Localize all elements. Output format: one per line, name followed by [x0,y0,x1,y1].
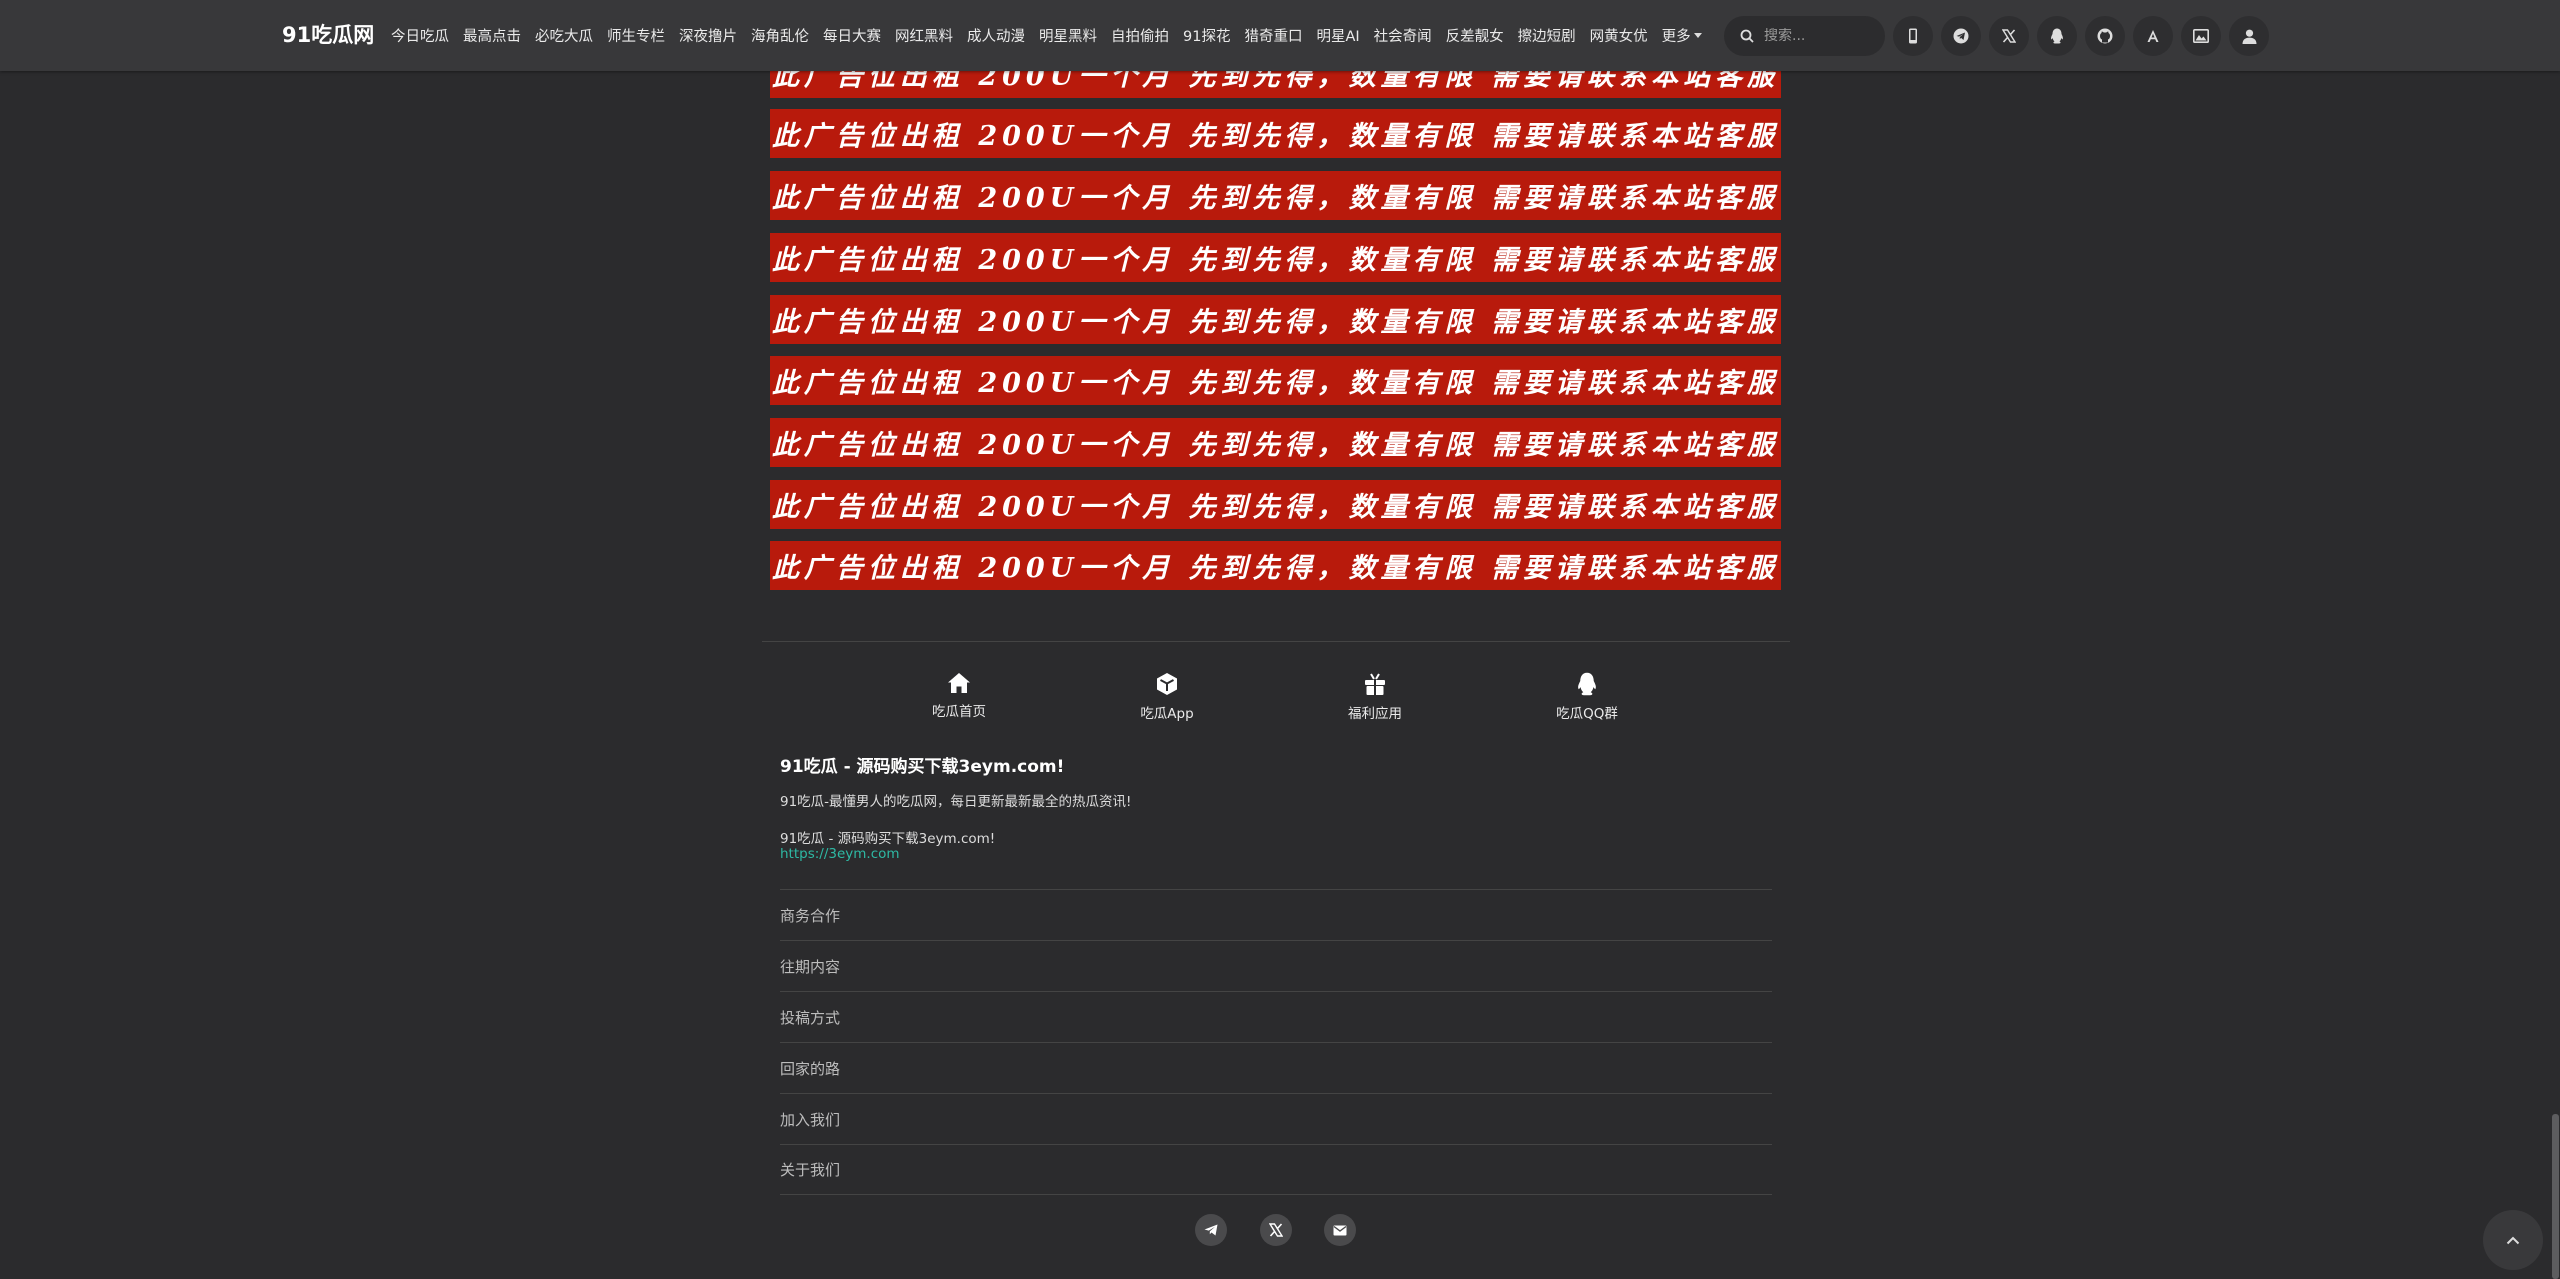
nav-more-label: 更多 [1661,29,1691,45]
footer-link-app[interactable]: 吃瓜App [1097,672,1237,722]
ad-banner[interactable]: 此广告位出租 200U一个月 先到先得，数量有限 需要请联系本站客服 [770,295,1781,344]
footer-site-desc: 91吃瓜-最懂男人的吃瓜网，每日更新最新最全的热瓜资讯! [780,794,1132,810]
search-icon [1740,29,1754,43]
image-icon[interactable] [2181,16,2221,56]
footer-link-home[interactable]: 吃瓜首页 [889,672,1029,720]
nav-more-dropdown[interactable]: 更多 [1662,25,1702,46]
footer-menu-item[interactable]: 往期内容 [780,940,1772,991]
top-header: 91吃瓜网 今日吃瓜 最高点击 必吃大瓜 师生专栏 深夜撸片 海角乱伦 每日大赛… [0,0,2560,71]
qq-icon [1578,672,1596,696]
nav-item[interactable]: 深夜撸片 [679,25,737,46]
nav-item[interactable]: 必吃大瓜 [535,25,593,46]
footer-site-link[interactable]: https://3eym.com [780,846,900,862]
section-divider [762,641,1790,642]
footer-menu-item[interactable]: 投稿方式 [780,991,1772,1042]
scrollbar-thumb[interactable] [2552,1114,2559,1279]
qq-icon[interactable] [2037,16,2077,56]
nav-item[interactable]: 社会奇闻 [1374,25,1432,46]
footer-link-qq[interactable]: 吃瓜QQ群 [1517,672,1657,722]
footer-link-label: 吃瓜App [1140,706,1194,722]
font-icon[interactable] [2133,16,2173,56]
footer-link-gift[interactable]: 福利应用 [1305,672,1445,722]
ad-text: 此广告位出租 200U一个月 先到先得，数量有限 需要请联系本站客服 [771,121,1780,152]
nav-item[interactable]: 网黄女优 [1590,25,1648,46]
nav-item[interactable]: 今日吃瓜 [391,25,449,46]
telegram-icon[interactable] [1195,1214,1227,1246]
telegram-icon[interactable] [1941,16,1981,56]
nav-item[interactable]: 网红黑料 [895,25,953,46]
footer-menu-item[interactable]: 回家的路 [780,1042,1772,1093]
home-icon [948,673,970,693]
footer-link-label: 吃瓜首页 [932,704,986,720]
footer-menu-item[interactable]: 加入我们 [780,1093,1772,1144]
x-icon[interactable] [1989,16,2029,56]
github-icon[interactable] [2085,16,2125,56]
ad-banner[interactable]: 此广告位出租 200U一个月 先到先得，数量有限 需要请联系本站客服 [770,356,1781,405]
nav-item[interactable]: 91探花 [1183,25,1230,46]
chevron-up-icon [2506,1236,2520,1244]
ad-text: 此广告位出租 200U一个月 先到先得，数量有限 需要请联系本站客服 [771,553,1780,584]
gift-icon [1365,673,1385,695]
scrollbar-track[interactable] [2551,0,2560,1279]
caret-down-icon [1693,33,1702,38]
search-input[interactable] [1764,28,1874,44]
nav-item[interactable]: 每日大赛 [823,25,881,46]
ad-text: 此广告位出租 200U一个月 先到先得，数量有限 需要请联系本站客服 [771,430,1780,461]
ad-text: 此广告位出租 200U一个月 先到先得，数量有限 需要请联系本站客服 [771,307,1780,338]
nav-item[interactable]: 明星黑料 [1039,25,1097,46]
back-to-top-button[interactable] [2483,1210,2543,1270]
ad-banner[interactable]: 此广告位出租 200U一个月 先到先得，数量有限 需要请联系本站客服 [770,541,1781,590]
nav-item[interactable]: 最高点击 [463,25,521,46]
ad-text: 此广告位出租 200U一个月 先到先得，数量有限 需要请联系本站客服 [771,492,1780,523]
search-box[interactable] [1724,16,1885,56]
ad-text: 此广告位出租 200U一个月 先到先得，数量有限 需要请联系本站客服 [771,183,1780,214]
ad-text: 此广告位出租 200U一个月 先到先得，数量有限 需要请联系本站客服 [771,245,1780,276]
user-icon[interactable] [2229,16,2269,56]
ad-text: 此广告位出租 200U一个月 先到先得，数量有限 需要请联系本站客服 [771,368,1780,399]
ad-banner[interactable]: 此广告位出租 200U一个月 先到先得，数量有限 需要请联系本站客服 [770,480,1781,529]
ad-banner[interactable]: 此广告位出租 200U一个月 先到先得，数量有限 需要请联系本站客服 [770,418,1781,467]
nav-item[interactable]: 明星AI [1316,25,1359,46]
nav-item[interactable]: 猎奇重口 [1244,25,1302,46]
mobile-icon[interactable] [1893,16,1933,56]
footer-menu-item[interactable]: 关于我们 [780,1144,1772,1195]
nav-item[interactable]: 反差靓女 [1446,25,1504,46]
nav-item[interactable]: 海角乱伦 [751,25,809,46]
footer-link-label: 福利应用 [1348,706,1402,722]
nav-item[interactable]: 擦边短剧 [1518,25,1576,46]
nav-item[interactable]: 成人动漫 [967,25,1025,46]
cube-icon [1157,673,1177,695]
nav-item[interactable]: 师生专栏 [607,25,665,46]
footer-site-line: 91吃瓜 - 源码购买下载3eym.com! [780,831,996,847]
footer-link-label: 吃瓜QQ群 [1556,706,1618,722]
nav-item[interactable]: 自拍偷拍 [1111,25,1169,46]
ad-banner[interactable]: 此广告位出租 200U一个月 先到先得，数量有限 需要请联系本站客服 [770,109,1781,158]
ad-banner[interactable]: 此广告位出租 200U一个月 先到先得，数量有限 需要请联系本站客服 [770,171,1781,220]
footer-site-title: 91吃瓜 - 源码购买下载3eym.com! [780,757,1065,777]
site-logo[interactable]: 91吃瓜网 [282,0,374,71]
mail-icon[interactable] [1324,1214,1356,1246]
x-icon[interactable] [1260,1214,1292,1246]
footer-menu-item[interactable]: 商务合作 [780,889,1772,940]
ad-banner[interactable]: 此广告位出租 200U一个月 先到先得，数量有限 需要请联系本站客服 [770,233,1781,282]
main-nav: 今日吃瓜 最高点击 必吃大瓜 师生专栏 深夜撸片 海角乱伦 每日大赛 网红黑料 … [391,0,1716,71]
